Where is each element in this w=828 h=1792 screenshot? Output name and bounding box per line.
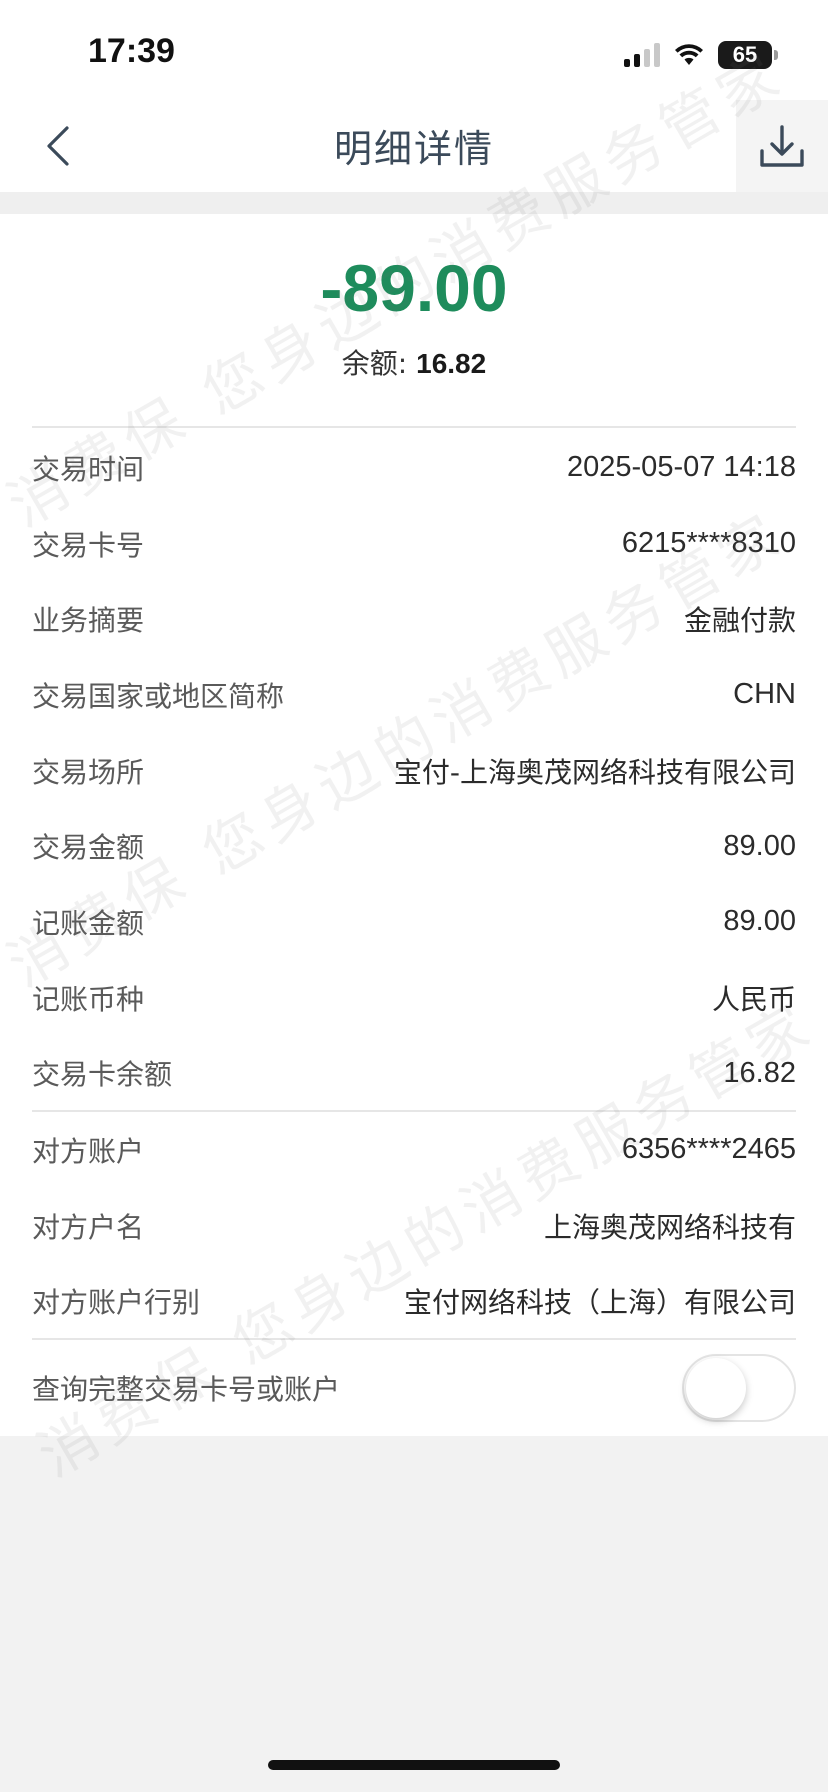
toggle-knob (686, 1358, 746, 1418)
detail-value: 人民币 (711, 982, 796, 1016)
detail-row-counterparty-bank: 对方账户行别 宝付网络科技（上海）有限公司 (32, 1263, 796, 1339)
detail-row-posted-amount: 记账金额 89.00 (32, 884, 796, 960)
detail-value: 16.82 (723, 1056, 796, 1089)
detail-value: 6356****2465 (621, 1133, 796, 1166)
detail-row-time: 交易时间 2025-05-07 14:18 (32, 430, 796, 506)
detail-value: 89.00 (723, 905, 796, 938)
detail-row-card-balance: 交易卡余额 16.82 (32, 1036, 796, 1112)
detail-value: 89.00 (723, 829, 796, 862)
detail-value: 宝付-上海奥茂网络科技有限公司 (393, 755, 796, 789)
section-gap (0, 192, 828, 214)
transaction-detail-card: -89.00 余额: 16.82 交易时间 2025-05-07 14:18 交… (0, 214, 828, 1436)
detail-row-summary: 业务摘要 金融付款 (32, 581, 796, 657)
balance-value: 16.82 (416, 348, 487, 379)
nav-bar: 明细详情 (0, 100, 828, 192)
battery-icon: 65 (718, 41, 778, 69)
query-full-number-toggle[interactable] (682, 1354, 796, 1422)
status-bar: 17:39 65 (0, 0, 828, 100)
download-button[interactable] (736, 100, 828, 192)
detail-value: CHN (733, 678, 796, 711)
detail-label: 对方账户 (32, 1134, 145, 1168)
download-icon (760, 125, 804, 167)
detail-label: 交易卡余额 (32, 1058, 173, 1092)
detail-value: 金融付款 (683, 604, 796, 638)
detail-value: 2025-05-07 14:18 (567, 451, 796, 484)
detail-label: 交易国家或地区简称 (32, 679, 285, 713)
counterparty-list: 对方账户 6356****2465 对方户名 上海奥茂网络科技有 对方账户行别 … (32, 1112, 796, 1339)
detail-value: 宝付网络科技（上海）有限公司 (403, 1286, 796, 1320)
detail-row-transaction-amount: 交易金额 89.00 (32, 808, 796, 884)
detail-label: 交易场所 (32, 755, 145, 789)
query-full-number-row: 查询完整交易卡号或账户 (32, 1340, 796, 1436)
detail-value: 6215****8310 (621, 527, 796, 560)
balance-line: 余额: 16.82 (0, 342, 828, 382)
detail-label: 记账金额 (32, 906, 145, 940)
cellular-signal-icon (624, 43, 660, 67)
detail-row-card-number: 交易卡号 6215****8310 (32, 506, 796, 582)
detail-list: 交易时间 2025-05-07 14:18 交易卡号 6215****8310 … (32, 430, 796, 1111)
detail-row-counterparty-account: 对方账户 6356****2465 (32, 1112, 796, 1188)
transaction-amount: -89.00 (320, 251, 508, 325)
detail-row-merchant: 交易场所 宝付-上海奥茂网络科技有限公司 (32, 733, 796, 809)
detail-label: 对方账户行别 (32, 1286, 201, 1320)
status-icons: 65 (624, 40, 778, 70)
detail-row-currency: 记账币种 人民币 (32, 960, 796, 1036)
detail-label: 对方户名 (32, 1210, 145, 1244)
query-full-number-label: 查询完整交易卡号或账户 (32, 1373, 341, 1406)
detail-label: 交易卡号 (32, 528, 145, 562)
page-title: 明细详情 (333, 127, 494, 171)
detail-row-country: 交易国家或地区简称 CHN (32, 657, 796, 733)
wifi-icon (675, 44, 703, 65)
balance-label: 余额: (341, 347, 417, 380)
detail-label: 记账币种 (32, 982, 145, 1016)
home-indicator (268, 1760, 560, 1770)
detail-value: 上海奥茂网络科技有 (543, 1210, 796, 1244)
detail-label: 交易金额 (32, 831, 145, 865)
detail-label: 交易时间 (32, 452, 145, 486)
detail-row-counterparty-name: 对方户名 上海奥茂网络科技有 (32, 1188, 796, 1264)
detail-label: 业务摘要 (32, 604, 145, 638)
divider (32, 426, 796, 428)
status-time: 17:39 (88, 32, 175, 70)
